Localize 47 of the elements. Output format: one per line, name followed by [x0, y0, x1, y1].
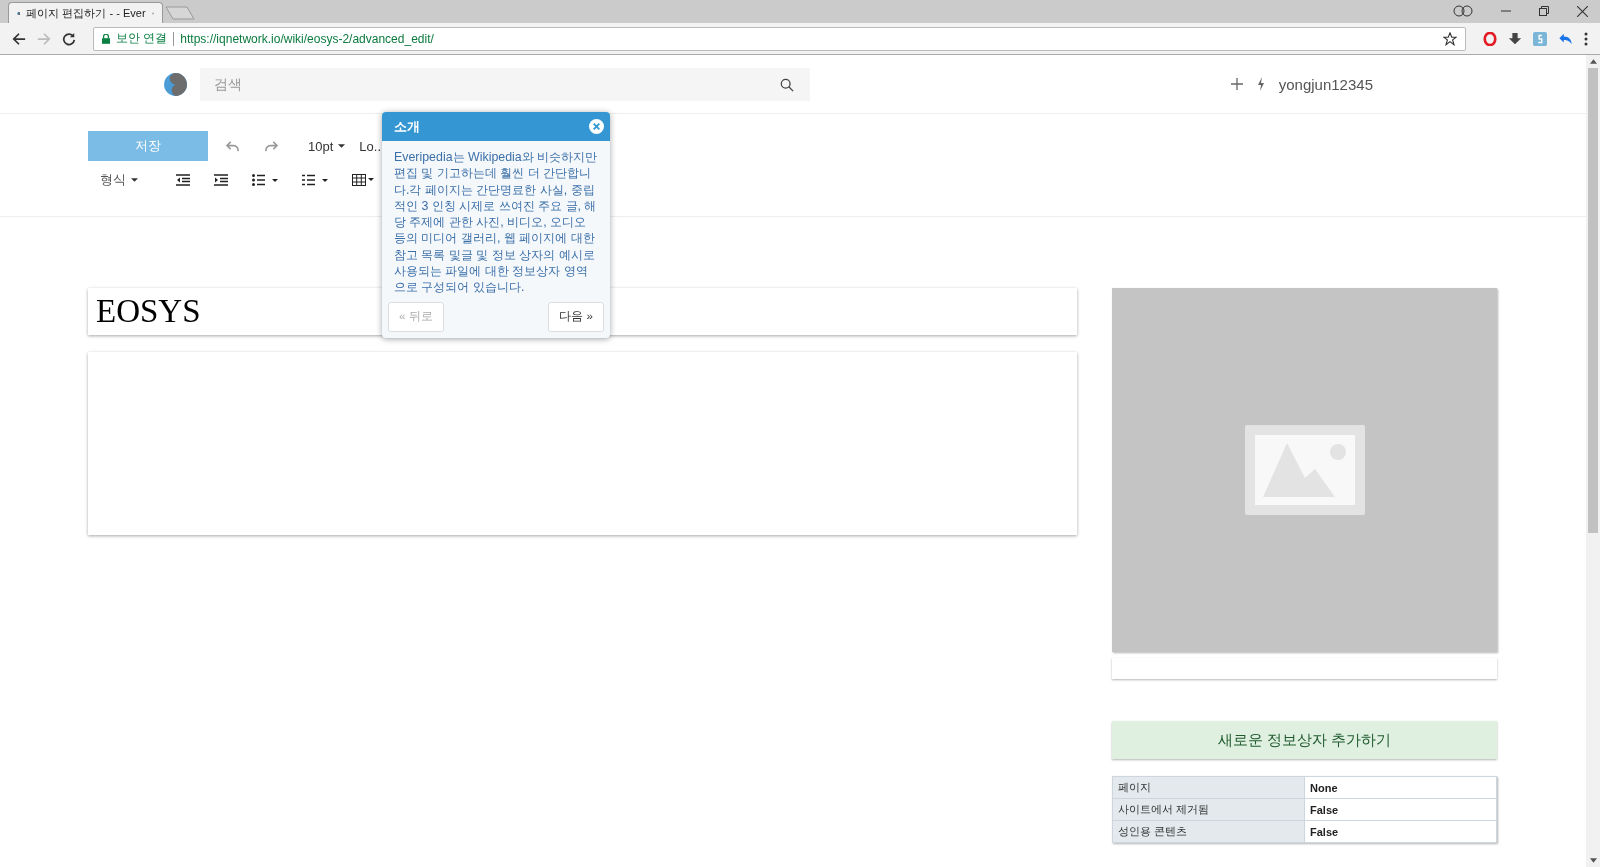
opera-icon[interactable]	[1483, 31, 1497, 46]
property-value: False	[1304, 798, 1497, 821]
reload-icon[interactable]	[62, 31, 76, 46]
font-dropdown[interactable]: Lo..	[359, 138, 381, 154]
logo-icon[interactable]	[163, 71, 188, 97]
property-value: False	[1304, 820, 1497, 843]
security-label: 보안 연결	[116, 30, 168, 47]
property-label: 성인용 콘텐츠	[1112, 820, 1305, 843]
lock-icon	[102, 33, 110, 44]
format-dropdown[interactable]: 형식	[100, 171, 138, 189]
next-button[interactable]: 다음 »	[548, 301, 604, 332]
popup-text: Everipedia는 Wikipedia와 비슷하지만 편집 및 기고하는데 훨씬 더 간단합니다.각 페이지는 간단명료한 사실, 중립적인 3 인칭 시제로 쓰여진 주요 글, 해당 주제에 관한 사진, 비디오, 오디오 등의 미디어 갤러리, 웹 페이지에 대한 참고 목록 및글 및 정보 상자의 예시로 사용되는 파일에 대한 정보상자 영역으로 구성되어 있습니다.	[394, 149, 598, 296]
table-icon[interactable]	[352, 174, 374, 186]
indent-icon[interactable]	[214, 174, 228, 186]
add-infobox-button[interactable]: 새로운 정보상자 추가하기	[1112, 721, 1497, 759]
caret-icon	[131, 178, 138, 182]
scrollbar[interactable]	[1586, 55, 1600, 867]
reply-icon[interactable]	[1558, 31, 1573, 46]
image-placeholder-icon	[1244, 425, 1365, 515]
restore-icon[interactable]	[1539, 6, 1549, 16]
search-field[interactable]: 검색	[200, 67, 810, 101]
menu-icon[interactable]	[1584, 31, 1588, 46]
tab-title: 페이지 편집하기 - - Ever	[26, 5, 146, 21]
profile-icon[interactable]	[1453, 5, 1473, 17]
scroll-up-icon[interactable]	[1589, 59, 1597, 64]
caret-icon	[338, 144, 346, 148]
url-text: https://iqnetwork.io/wiki/eosys-2/advanced_edit/	[180, 31, 435, 46]
plus-icon[interactable]	[1230, 78, 1243, 90]
outdent-icon[interactable]	[176, 174, 190, 186]
scroll-down-icon[interactable]	[1589, 858, 1597, 863]
browser-tab[interactable]: 페이지 편집하기 - - Ever	[8, 2, 163, 23]
search-icon[interactable]	[780, 77, 794, 92]
redo-icon[interactable]	[265, 140, 278, 152]
star-icon[interactable]	[1443, 31, 1457, 46]
property-label: 사이트에서 제거됨	[1112, 798, 1305, 821]
undo-icon[interactable]	[226, 140, 239, 152]
property-label: 페이지	[1112, 776, 1305, 799]
bullet-list-icon[interactable]	[252, 174, 278, 186]
username-link[interactable]: yongjun12345	[1278, 75, 1373, 93]
numbered-list-icon[interactable]	[302, 174, 328, 186]
font-size-dropdown[interactable]: 10pt	[308, 138, 346, 154]
address-field[interactable]: 보안 연결 https://iqnetwork.io/wiki/eosys-2/advanced_edit/	[93, 26, 1466, 51]
property-value: None	[1304, 776, 1497, 799]
download-icon[interactable]	[1508, 31, 1522, 46]
lightning-icon[interactable]	[1256, 77, 1265, 91]
back-icon[interactable]	[12, 31, 26, 46]
popup-title: 소개	[394, 117, 420, 136]
